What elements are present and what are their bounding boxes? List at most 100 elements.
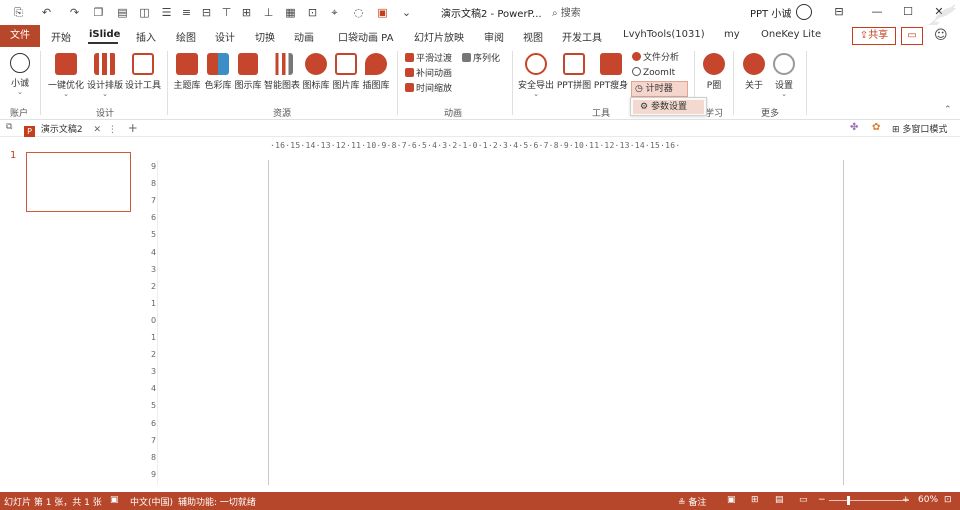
about-button[interactable]: 关于: [740, 51, 768, 99]
align-left-icon[interactable]: ☰: [160, 6, 173, 19]
group-icon[interactable]: ▦: [284, 6, 297, 19]
button-label: 序列化: [473, 54, 501, 64]
smiley-icon[interactable]: ☺: [934, 28, 948, 43]
design-layout-button[interactable]: 设计排版 ⌄: [86, 51, 124, 99]
multi-window-mode-button[interactable]: ⊞ 多窗口模式: [892, 122, 947, 135]
zoom-slider-thumb[interactable]: [847, 496, 850, 505]
presenter-icon[interactable]: ⎘: [12, 6, 25, 19]
timer-button[interactable]: ◷ 计时器 ⌄: [631, 81, 688, 107]
safe-export-button[interactable]: 安全导出 ⌄: [517, 51, 555, 99]
minimize-icon[interactable]: —: [866, 3, 888, 21]
tab-pocket-animation[interactable]: 口袋动画 PA: [338, 29, 393, 44]
share-button[interactable]: ⇪共享: [852, 27, 896, 45]
account-button[interactable]: 小诚 ⌄: [6, 51, 34, 99]
tab-my[interactable]: my: [724, 29, 740, 40]
tab-review[interactable]: 审阅: [484, 29, 504, 44]
tab-home[interactable]: 开始: [51, 29, 71, 44]
copy-icon[interactable]: ❐: [92, 6, 105, 19]
ribbon-display-icon[interactable]: ⊟: [828, 3, 850, 21]
pa-icon[interactable]: ▣: [376, 6, 389, 19]
settings-button[interactable]: 设置 ⌄: [770, 51, 798, 99]
tab-file[interactable]: 文件: [0, 25, 40, 47]
file-analysis-button[interactable]: 文件分析: [632, 51, 679, 65]
slide-canvas[interactable]: [268, 160, 844, 485]
fit-slide-icon[interactable]: ⊡: [944, 495, 952, 505]
format-painter-icon[interactable]: ◌: [352, 6, 365, 19]
reading-view-icon[interactable]: ▤: [775, 495, 784, 505]
zoom-out-icon[interactable]: −: [818, 495, 826, 505]
document-tab[interactable]: P 演示文稿2 ✕ ⋮ +: [24, 121, 138, 137]
title-bar: ⎘ ↶ ↷ ❐ ▤ ◫ ☰ ≡ ⊟ ⊤ ⊞ ⊥ ▦ ⊡ ⌖ ◌ ▣ ⌄ 演示文稿…: [0, 0, 960, 56]
color-library-button[interactable]: 色彩库: [203, 51, 233, 99]
align-bottom-icon[interactable]: ⊥: [262, 6, 275, 19]
tab-slideshow[interactable]: 幻灯片放映: [414, 29, 464, 44]
slide-thumbnail[interactable]: [26, 152, 131, 212]
button-label: PPT拼图: [556, 81, 592, 91]
serialize-button[interactable]: 序列化: [462, 52, 500, 66]
workspace: 1 ·16·15·14·13·12·11·10·9·8·7·6·5·4·3·2·…: [0, 138, 960, 493]
user-name[interactable]: PPT 小诚: [750, 5, 791, 20]
add-tab-icon[interactable]: +: [128, 121, 138, 135]
language-indicator[interactable]: 中文(中国): [130, 495, 173, 508]
parameter-settings-menu-item[interactable]: ⚙ 参数设置: [633, 100, 704, 114]
ppt-slim-button[interactable]: PPT瘦身: [593, 51, 629, 99]
tab-insert[interactable]: 插入: [136, 29, 156, 44]
paste-icon[interactable]: ▤: [116, 6, 129, 19]
distribute-icon[interactable]: ⊟: [200, 6, 213, 19]
smooth-transition-button[interactable]: 平滑过渡: [405, 52, 452, 66]
redo-icon[interactable]: ↷: [68, 6, 81, 19]
ppt-puzzle-button[interactable]: PPT拼图: [555, 51, 593, 99]
new-window-icon[interactable]: ⧉: [6, 122, 12, 132]
close-tab-icon[interactable]: ✕: [93, 125, 101, 135]
image-library-button[interactable]: 图片库: [331, 51, 361, 99]
zoom-level[interactable]: 60%: [918, 495, 938, 505]
zoom-slider[interactable]: [829, 500, 909, 501]
tab-design[interactable]: 设计: [215, 29, 235, 44]
powerpoint-window: ⎘ ↶ ↷ ❐ ▤ ◫ ☰ ≡ ⊟ ⊤ ⊞ ⊥ ▦ ⊡ ⌖ ◌ ▣ ⌄ 演示文稿…: [0, 0, 960, 510]
tab-view[interactable]: 视图: [523, 29, 543, 44]
undo-icon[interactable]: ↶: [40, 6, 53, 19]
tab-transitions[interactable]: 切换: [255, 29, 275, 44]
tab-lvyhtools[interactable]: LvyhTools(1031): [623, 29, 705, 40]
design-tools-icon: [132, 53, 154, 75]
slide-sorter-icon[interactable]: ⊞: [751, 495, 759, 505]
design-tools-button[interactable]: 设计工具: [124, 51, 162, 99]
zoomit-button[interactable]: ZoomIt: [632, 66, 675, 80]
tab-onekey-lite[interactable]: OneKey Lite: [761, 29, 821, 40]
spell-check-icon[interactable]: ▣: [110, 495, 119, 505]
tab-draw[interactable]: 绘图: [176, 29, 196, 44]
tween-animation-button[interactable]: 补间动画: [405, 67, 452, 81]
align-top-icon[interactable]: ⊤: [220, 6, 233, 19]
theme-library-button[interactable]: 主题库: [172, 51, 202, 99]
align-center-icon[interactable]: ≡: [180, 6, 193, 19]
status-bar: 幻灯片 第 1 张，共 1 张 ▣ 中文(中国) 辅助功能: 一切就绪 ≗ 备注…: [0, 492, 960, 510]
smart-chart-button[interactable]: 智能图表: [263, 51, 301, 99]
notes-button[interactable]: ≗ 备注: [678, 495, 706, 508]
plugin-icon[interactable]: ✤: [850, 122, 858, 133]
comments-button[interactable]: ▭: [901, 27, 923, 45]
ungroup-icon[interactable]: ⊡: [306, 6, 319, 19]
slideshow-icon[interactable]: ▭: [799, 495, 808, 505]
shapes-icon[interactable]: ◫: [138, 6, 151, 19]
document-title: 演示文稿2 - PowerP...: [441, 9, 542, 20]
flower-icon[interactable]: ✿: [872, 122, 880, 133]
collapse-ribbon-icon[interactable]: ⌃: [944, 103, 952, 117]
diagram-library-button[interactable]: 图示库: [233, 51, 263, 99]
tab-animations[interactable]: 动画: [294, 29, 314, 44]
p-circle-button[interactable]: P圈: [700, 51, 728, 99]
more-icon[interactable]: ⋮: [108, 125, 117, 135]
align-middle-icon[interactable]: ⊞: [240, 6, 253, 19]
search-box[interactable]: ⌕ 搜索: [552, 4, 672, 20]
time-scale-button[interactable]: 时间缩放: [405, 82, 452, 96]
tab-islide[interactable]: iSlide: [89, 29, 120, 40]
tab-developer[interactable]: 开发工具: [562, 29, 602, 44]
zoom-in-icon[interactable]: +: [902, 495, 910, 505]
one-click-optimize-button[interactable]: 一键优化 ⌄: [46, 51, 86, 99]
normal-view-icon[interactable]: ▣: [727, 495, 736, 505]
screenshot-icon[interactable]: ⌖: [328, 6, 341, 19]
illustration-library-button[interactable]: 插图库: [361, 51, 391, 99]
accessibility-status[interactable]: 辅助功能: 一切就绪: [178, 495, 256, 508]
icon-library-button[interactable]: 图标库: [301, 51, 331, 99]
customize-qat-icon[interactable]: ⌄: [400, 6, 413, 19]
avatar[interactable]: [796, 4, 812, 20]
